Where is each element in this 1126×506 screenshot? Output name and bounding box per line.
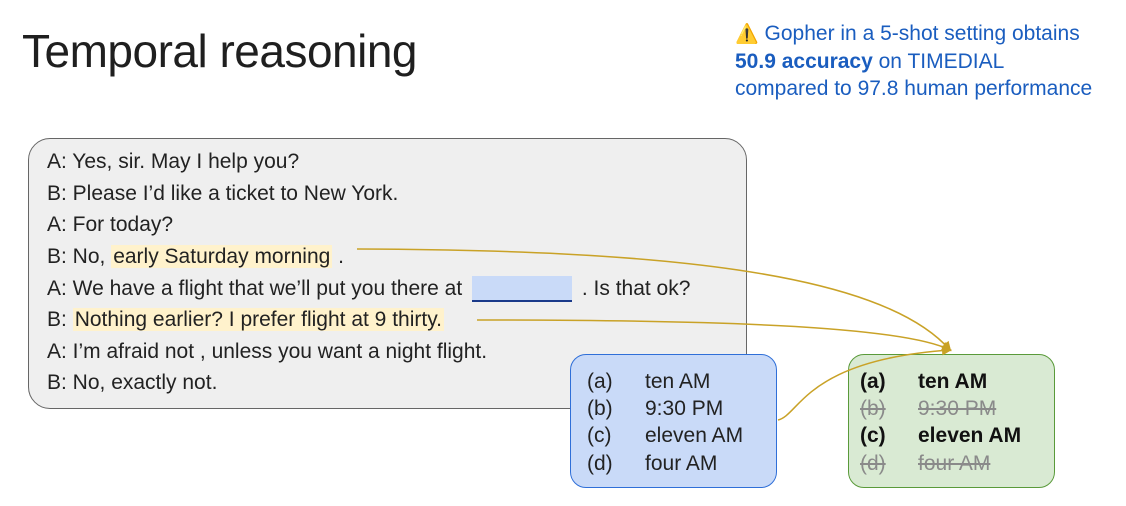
arrow-from-options — [777, 345, 952, 421]
connector-arrows — [356, 248, 952, 421]
arrow-from-nothing-earlier — [476, 319, 952, 351]
arrow-from-early-saturday — [356, 248, 952, 352]
